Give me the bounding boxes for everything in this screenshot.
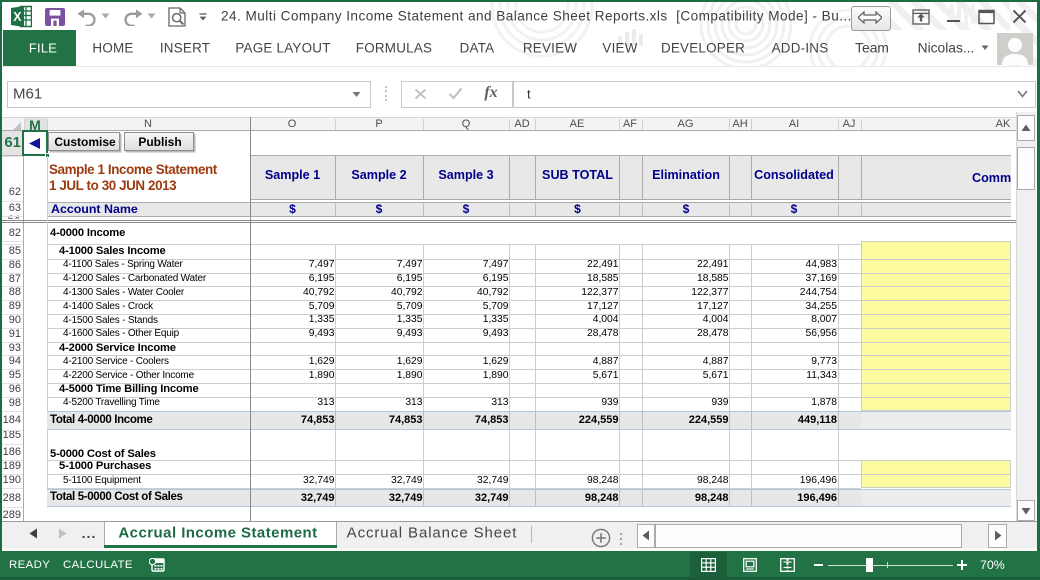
svg-text:X: X xyxy=(13,10,22,24)
